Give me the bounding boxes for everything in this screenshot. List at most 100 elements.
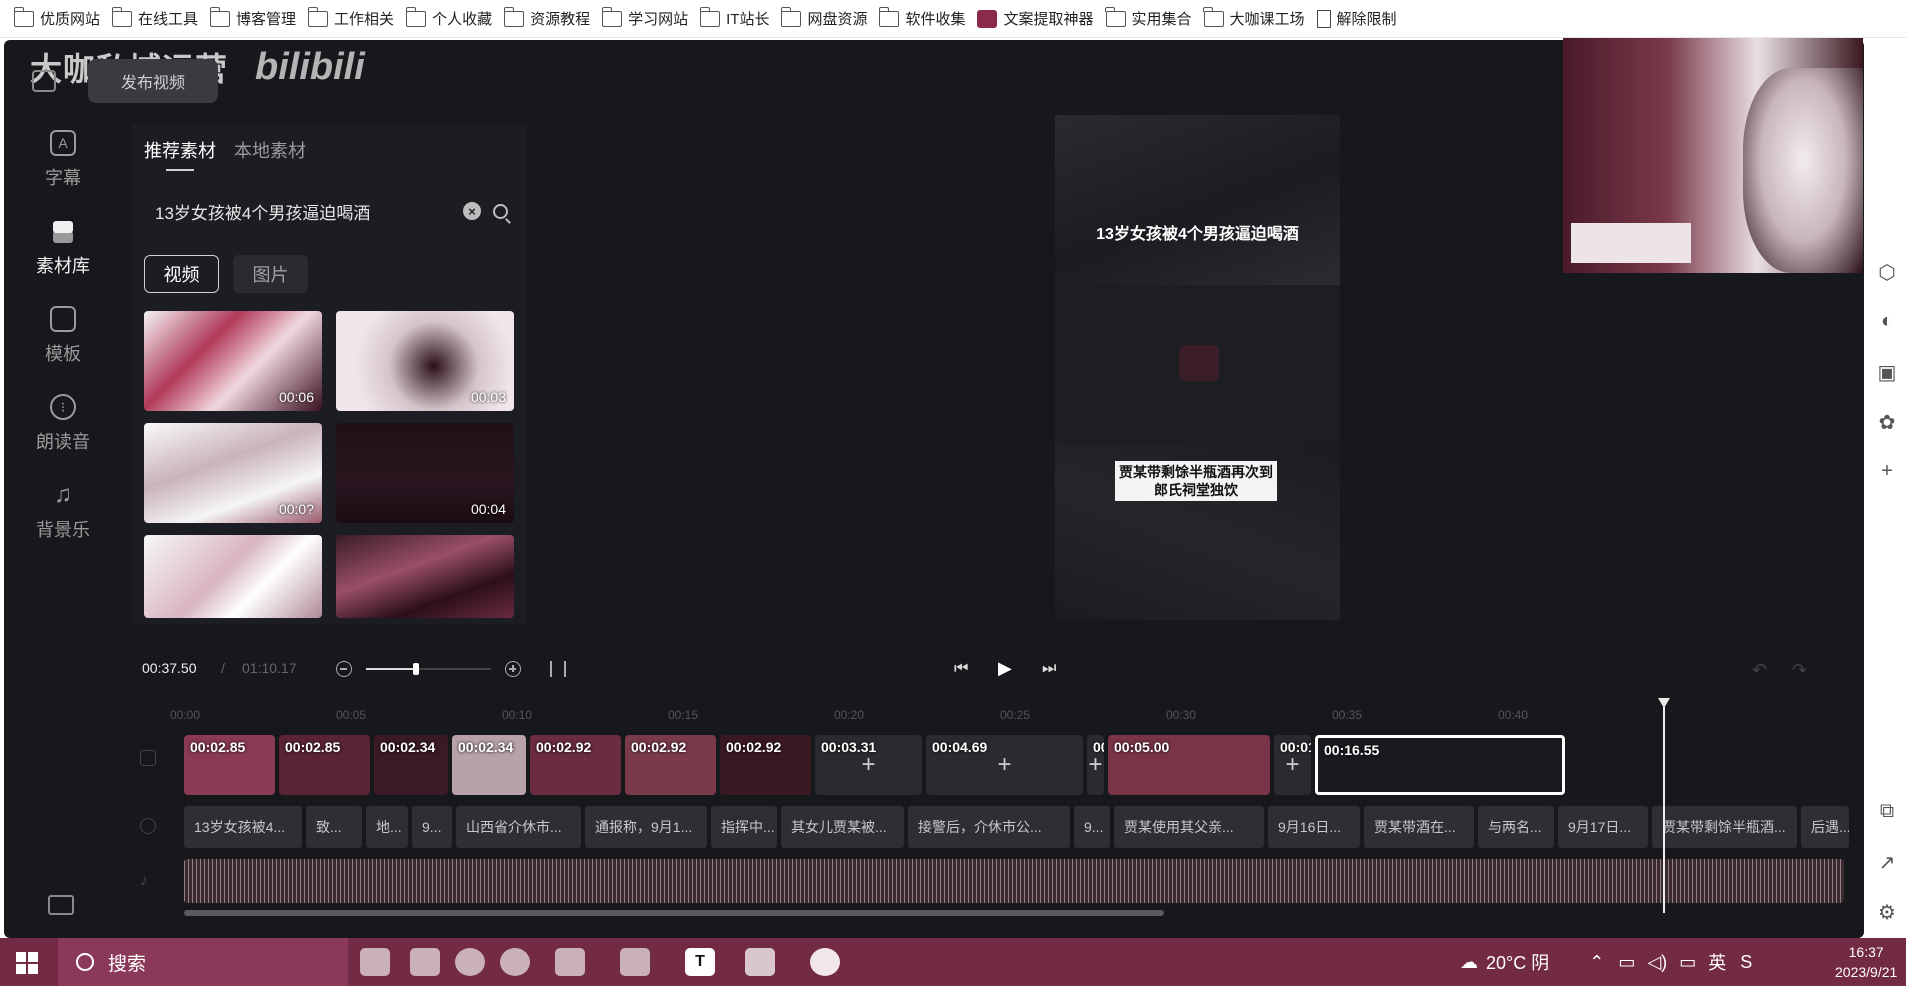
video-clip[interactable]: 00:02.92 <box>625 735 716 795</box>
taskbar-clock[interactable]: 16:37 2023/9/21 <box>1835 942 1897 982</box>
timeline-scrollbar[interactable] <box>184 910 1164 916</box>
material-thumbnail[interactable] <box>144 535 322 618</box>
app-icon-3[interactable] <box>555 948 585 976</box>
sidebar-item-captions[interactable]: A 字幕 <box>28 130 98 218</box>
video-clip[interactable]: 00:02.34 <box>452 735 526 795</box>
volume-icon[interactable]: ◁) <box>1647 952 1667 973</box>
video-clip[interactable]: 00:02.85 <box>279 735 370 795</box>
browser-icon[interactable] <box>455 948 485 976</box>
game-icon[interactable]: ▣ <box>1868 360 1906 385</box>
timeline-ruler[interactable]: 00:00 00:05 00:10 00:15 00:20 00:25 00:30 00:35… <box>170 708 1844 726</box>
fit-timeline-icon[interactable] <box>550 661 566 677</box>
next-frame-icon[interactable]: ⏭ <box>1042 660 1060 678</box>
weather-text[interactable]: 20°C 阴 <box>1486 949 1549 975</box>
chain-icon[interactable]: ⬡ <box>1868 260 1906 285</box>
caption-segment[interactable]: 贾某带酒在... <box>1364 806 1474 848</box>
bookmark-item[interactable]: IT站长 <box>699 0 781 38</box>
add-clip-icon[interactable]: + <box>1285 751 1299 779</box>
refresh-icon[interactable]: ◐ <box>1868 310 1906 333</box>
zoom-handle[interactable] <box>413 663 419 675</box>
network-icon[interactable]: ▭ <box>1618 952 1635 973</box>
tab-recommended[interactable]: 推荐素材 <box>144 137 216 171</box>
add-icon[interactable]: + <box>1868 460 1906 483</box>
taskbar-search[interactable]: 搜索 <box>58 938 348 986</box>
video-clip[interactable]: 00:03.31 + <box>815 735 922 795</box>
sidebar-item-music[interactable]: ♫ 背景乐 <box>28 481 98 570</box>
caption-segment[interactable]: 9... <box>412 806 452 848</box>
clear-icon[interactable]: × <box>463 202 481 220</box>
undo-icon[interactable]: ↶ <box>1752 660 1767 681</box>
bookmark-item[interactable]: 学习网站 <box>601 0 700 38</box>
material-thumbnail[interactable]: 00:04 <box>336 423 514 523</box>
bookmark-item[interactable]: 工作相关 <box>307 0 406 38</box>
caption-segment[interactable]: 9月17日... <box>1558 806 1648 848</box>
video-clip[interactable]: 00:02.85 <box>184 735 275 795</box>
sidebar-settings-icon[interactable]: ⚙ <box>1868 900 1906 925</box>
app-icon-5[interactable] <box>810 948 840 976</box>
bookmark-item[interactable]: 大咖课工场 <box>1203 0 1317 38</box>
bookmark-item[interactable]: 文案提取神器 <box>977 0 1105 38</box>
caption-segment[interactable]: 其女儿贾某被... <box>781 806 904 848</box>
add-clip-icon[interactable]: + <box>1088 751 1102 779</box>
material-thumbnail[interactable] <box>336 535 514 618</box>
file-explorer-icon[interactable] <box>745 948 775 976</box>
zoom-slider[interactable] <box>366 663 491 675</box>
video-clip[interactable]: 00:02.34 <box>374 735 448 795</box>
app-icon-2[interactable] <box>410 948 440 976</box>
bookmark-item[interactable]: 个人收藏 <box>405 0 504 38</box>
video-clip[interactable]: 00:04.69 + <box>926 735 1083 795</box>
caption-segment[interactable]: 致... <box>306 806 362 848</box>
caption-segment[interactable]: 与两名... <box>1478 806 1554 848</box>
tab-local[interactable]: 本地素材 <box>234 137 306 163</box>
playhead[interactable] <box>1658 698 1670 913</box>
caption-segment[interactable]: 地... <box>366 806 408 848</box>
material-thumbnail[interactable]: 00:06 <box>144 311 322 411</box>
external-link-icon[interactable]: ↗ <box>1868 850 1906 875</box>
bookmark-item[interactable]: 解除限制 <box>1316 0 1409 38</box>
caption-segment[interactable]: 后遇... <box>1801 806 1849 848</box>
publish-button[interactable]: 发布视频 <box>88 59 218 103</box>
caption-segment[interactable]: 接警后，介休市公... <box>908 806 1070 848</box>
video-clip[interactable]: 00:+ <box>1087 735 1104 795</box>
back-icon[interactable] <box>32 70 56 92</box>
material-thumbnail[interactable]: 00:0? <box>144 423 322 523</box>
battery-icon[interactable]: ▭ <box>1679 952 1696 973</box>
app-icon-1[interactable] <box>360 948 390 976</box>
filter-video[interactable]: 视频 <box>144 255 219 293</box>
caption-segment[interactable]: 指挥中... <box>711 806 777 848</box>
sidebar-item-library[interactable]: 素材库 <box>28 218 98 306</box>
bookmark-item[interactable]: 网盘资源 <box>780 0 879 38</box>
video-clip[interactable]: 00:01+ <box>1274 735 1311 795</box>
caption-segment[interactable]: 山西省介休市... <box>456 806 581 848</box>
video-clip[interactable]: 00:02.92 <box>720 735 811 795</box>
play-icon[interactable]: ▶ <box>998 658 1018 678</box>
add-clip-icon[interactable]: + <box>861 751 875 779</box>
typora-icon[interactable]: T <box>685 948 715 976</box>
caption-segment[interactable]: 9月16日... <box>1268 806 1360 848</box>
redo-icon[interactable]: ↷ <box>1792 660 1807 681</box>
app-icon-4[interactable] <box>620 948 650 976</box>
screenshot-icon[interactable]: ⧉ <box>1868 800 1906 823</box>
tray-chevron-icon[interactable]: ⌃ <box>1589 952 1604 973</box>
caption-segment[interactable]: 13岁女孩被4... <box>184 806 302 848</box>
search-icon[interactable] <box>493 203 508 219</box>
chrome-icon[interactable] <box>500 948 530 976</box>
video-clip[interactable]: 00:16.55 <box>1315 735 1565 795</box>
bookmark-item[interactable]: 在线工具 <box>111 0 210 38</box>
subtitle-settings-icon[interactable] <box>48 895 74 915</box>
zoom-out-icon[interactable] <box>336 661 352 677</box>
flower-icon[interactable]: ✿ <box>1868 410 1906 435</box>
windows-start-icon[interactable] <box>16 952 38 974</box>
input-method[interactable]: 英 <box>1708 949 1726 975</box>
add-clip-icon[interactable]: + <box>997 751 1011 779</box>
bookmark-item[interactable]: 实用集合 <box>1105 0 1204 38</box>
search-input[interactable]: 13岁女孩被4个男孩逼迫喝酒 <box>144 199 463 224</box>
video-clip[interactable]: 00:05.00 <box>1108 735 1270 795</box>
bookmark-item[interactable]: 博客管理 <box>209 0 308 38</box>
sidebar-item-templates[interactable]: 模板 <box>28 306 98 394</box>
filter-image[interactable]: 图片 <box>233 255 308 293</box>
video-clip[interactable]: 00:02.92 <box>530 735 621 795</box>
caption-segment[interactable]: 贾某使用其父亲... <box>1114 806 1264 848</box>
sogou-icon[interactable]: S <box>1740 952 1752 973</box>
bookmark-item[interactable]: 优质网站 <box>13 0 112 38</box>
